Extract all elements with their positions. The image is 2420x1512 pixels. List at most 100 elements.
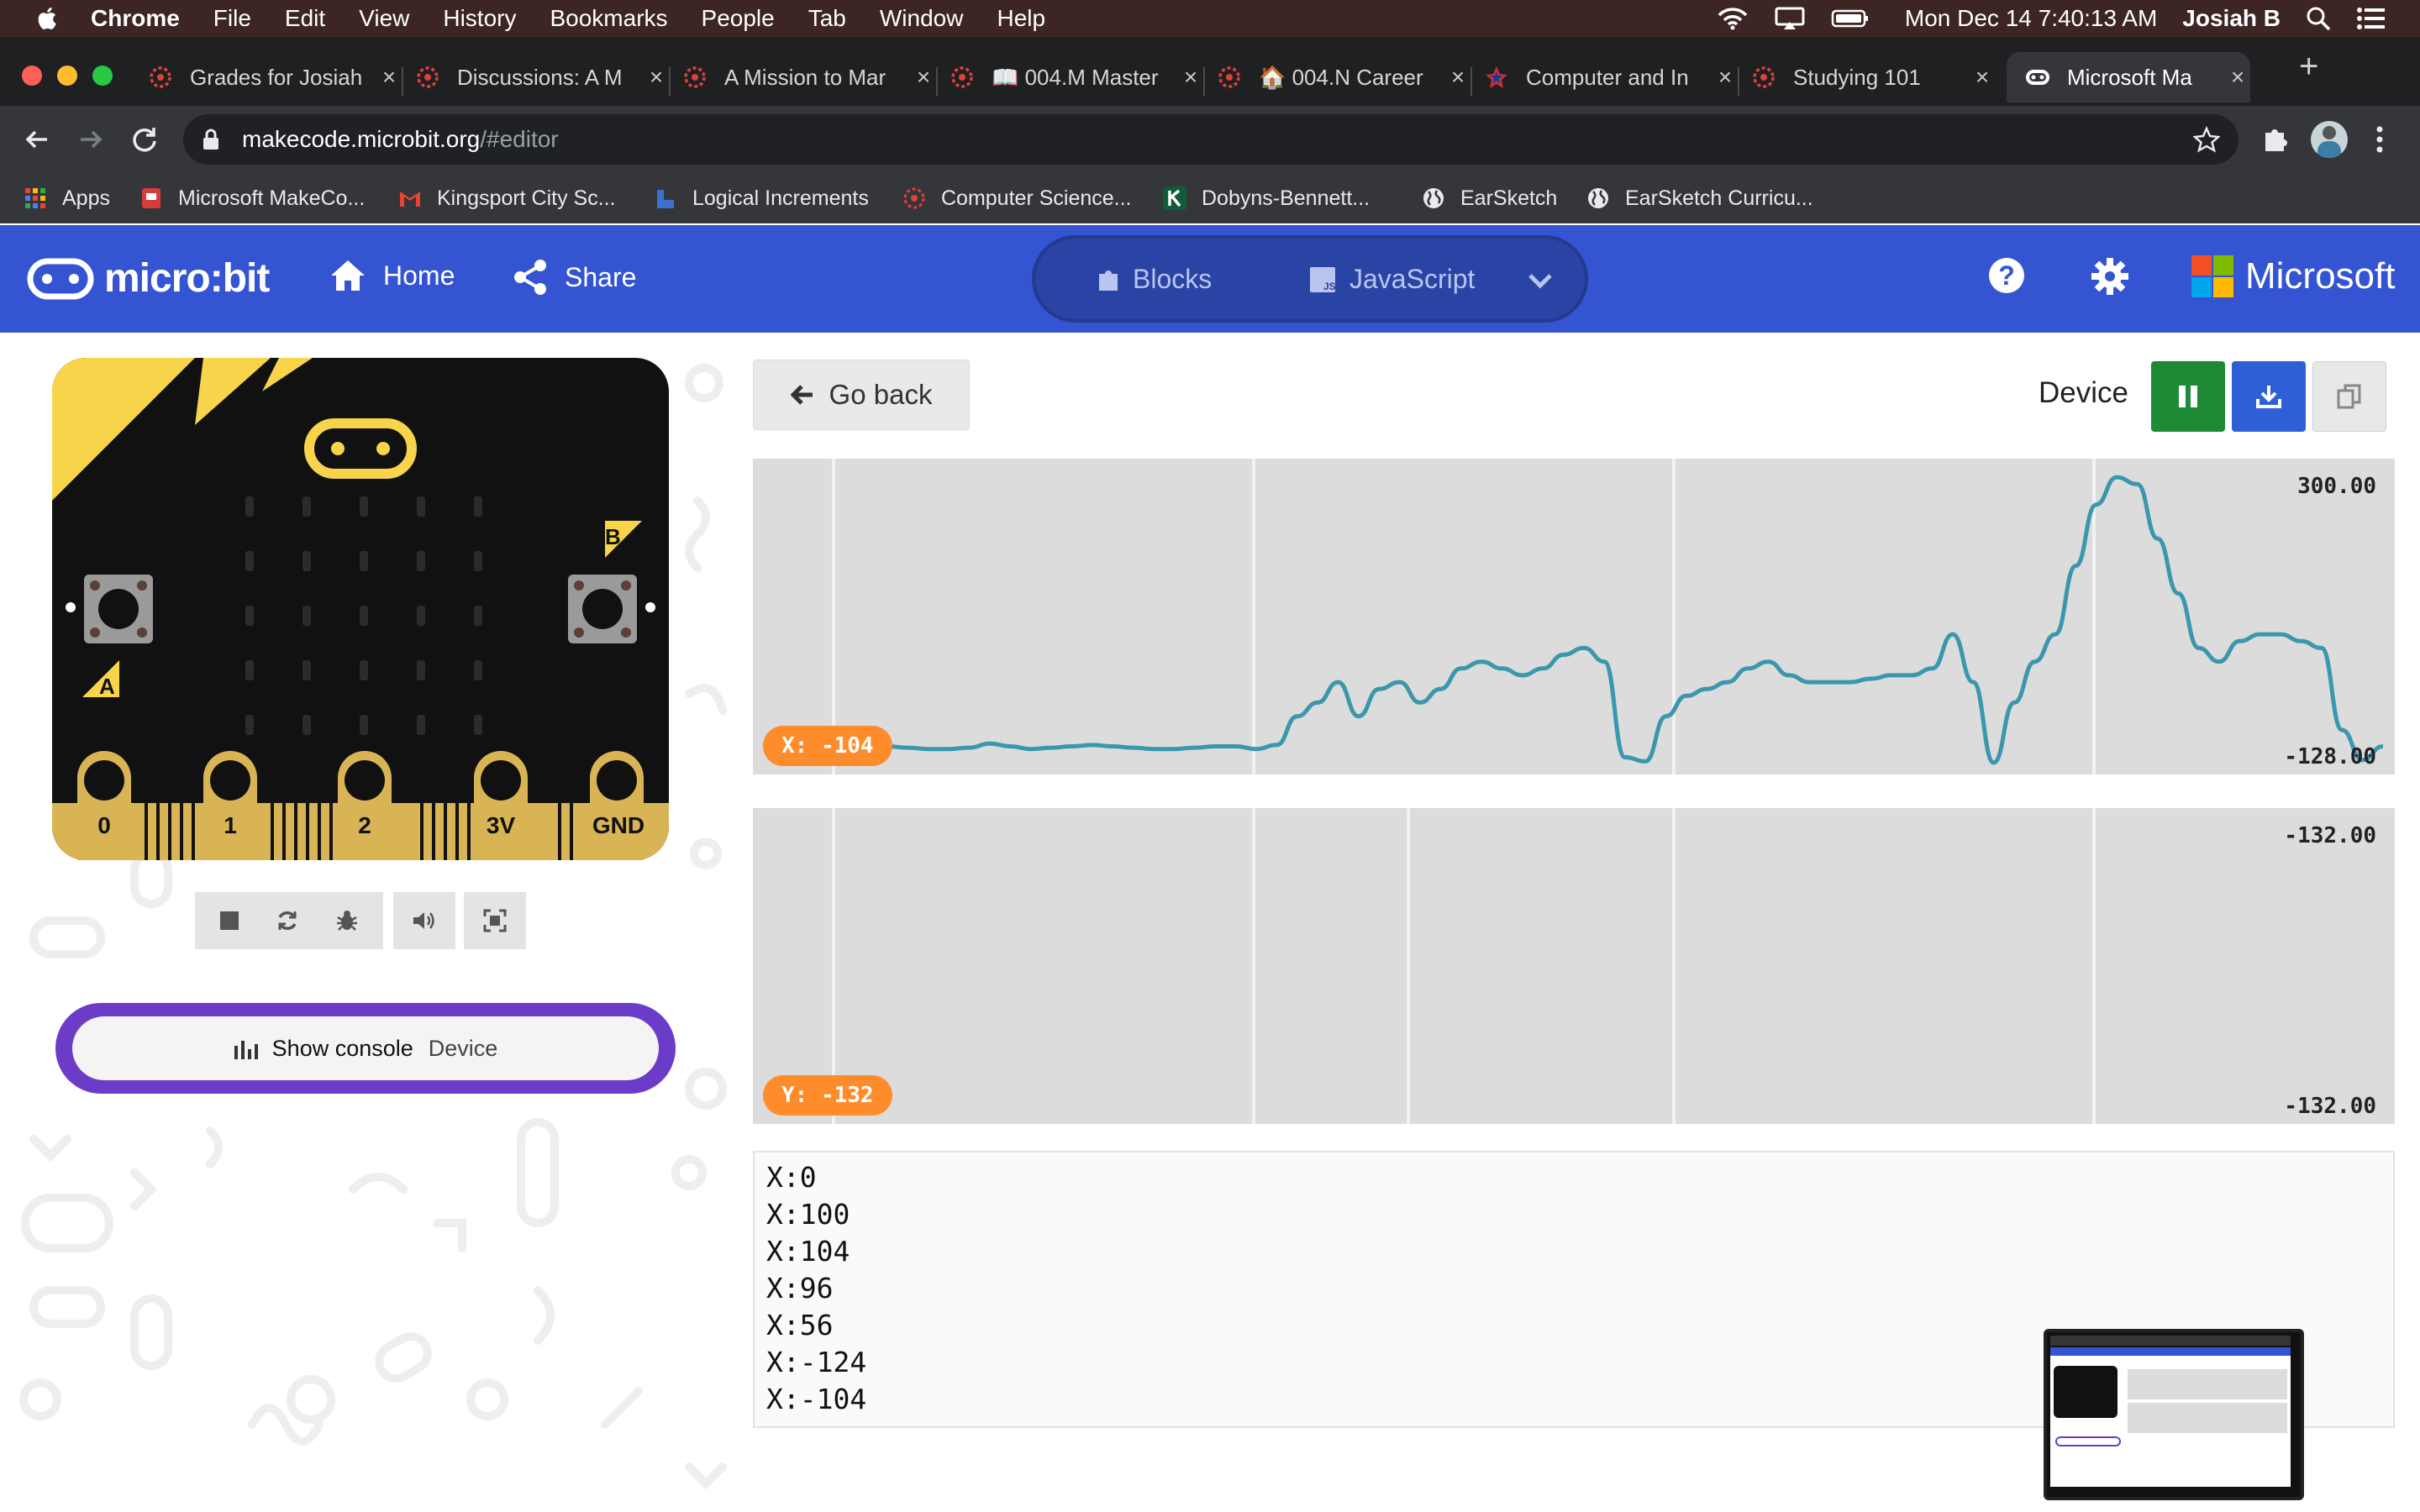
gear-icon[interactable]	[2091, 257, 2129, 296]
serial-chart-y[interactable]: -132.00 -132.00 Y: -132	[753, 808, 2395, 1124]
pin-0[interactable]	[77, 751, 131, 860]
window-minimize-button[interactable]	[57, 66, 77, 86]
go-back-button[interactable]: Go back	[753, 360, 970, 430]
brand-name: micro:bit	[104, 256, 270, 301]
profile-avatar[interactable]	[2311, 121, 2348, 158]
menubar-user[interactable]: Josiah B	[2182, 5, 2281, 32]
menu-file[interactable]: File	[213, 5, 251, 32]
pin-3v[interactable]	[474, 751, 528, 860]
control-center-icon[interactable]	[2356, 6, 2386, 31]
window-close-button[interactable]	[22, 66, 42, 86]
window-zoom-button[interactable]	[92, 66, 113, 86]
spotlight-search-icon[interactable]	[2306, 6, 2331, 31]
blocks-tab[interactable]: Blocks	[1097, 264, 1212, 295]
close-icon[interactable]: ×	[376, 64, 402, 91]
microbit-board[interactable]: A B 0 1 2 3V GND	[52, 358, 669, 860]
debug-bug-icon[interactable]	[336, 909, 358, 932]
browser-tab[interactable]: Studying 101 ×	[1751, 55, 1995, 99]
bookmark-makecode[interactable]: Microsoft MakeCo...	[139, 183, 365, 213]
fullscreen-button[interactable]	[464, 892, 526, 949]
menu-edit[interactable]: Edit	[285, 5, 325, 32]
chart-y-value-badge: Y: -132	[763, 1075, 892, 1116]
browser-tab[interactable]: Discussions: A M ×	[415, 55, 669, 99]
menu-people[interactable]: People	[702, 5, 775, 32]
reload-icon[interactable]	[128, 123, 161, 156]
bookmark-logical-increments[interactable]: Logical Increments	[654, 183, 869, 213]
menu-view[interactable]: View	[359, 5, 409, 32]
close-icon[interactable]: ×	[911, 64, 936, 91]
forward-arrow-icon[interactable]	[74, 123, 108, 156]
bookmark-earsketch-curriculum[interactable]: EarSketch Curricu...	[1586, 183, 1813, 213]
menu-tab[interactable]: Tab	[808, 5, 846, 32]
close-icon[interactable]: ×	[1178, 64, 1203, 91]
wifi-icon[interactable]	[1717, 6, 1749, 31]
back-arrow-icon[interactable]	[20, 123, 54, 156]
download-button[interactable]	[2232, 361, 2306, 432]
chevron-down-icon[interactable]	[1528, 272, 1553, 289]
browser-tab[interactable]: 📖 004.M Master ×	[950, 55, 1203, 99]
menu-bookmarks[interactable]: Bookmarks	[550, 5, 667, 32]
new-tab-button[interactable]: +	[2299, 50, 2318, 83]
browser-tab[interactable]: A Mission to Mar ×	[682, 55, 936, 99]
pin-label-gnd: GND	[592, 812, 644, 838]
close-icon[interactable]: ×	[2225, 64, 2250, 91]
menu-history[interactable]: History	[443, 5, 516, 32]
pin-label-0: 0	[97, 812, 111, 838]
logical-increments-icon	[657, 190, 674, 208]
bookmark-label: Logical Increments	[692, 186, 869, 210]
browser-tab[interactable]: 🏠 004.N Career ×	[1217, 55, 1470, 99]
canvas-icon	[150, 66, 171, 88]
close-icon[interactable]: ×	[644, 64, 669, 91]
serial-chart-x[interactable]: 300.00 -128.00 X: -104	[753, 459, 2395, 774]
close-icon[interactable]: ×	[1970, 64, 1995, 91]
pause-button[interactable]	[2151, 361, 2225, 432]
screenshot-thumbnail[interactable]	[2044, 1329, 2304, 1500]
bookmark-star-icon[interactable]	[2193, 126, 2220, 153]
bookmark-computer-science[interactable]: Computer Science...	[902, 183, 1132, 213]
chrome-menu-kebab-icon[interactable]	[2371, 124, 2388, 155]
copy-button[interactable]	[2312, 361, 2386, 432]
tab-title: Computer and In	[1526, 64, 1689, 90]
menu-app-name[interactable]: Chrome	[91, 5, 180, 32]
bookmark-dobyns-bennett[interactable]: Dobyns-Bennett...	[1163, 183, 1370, 213]
apple-icon[interactable]	[34, 4, 62, 33]
microbit-logo[interactable]: micro:bit	[27, 255, 270, 302]
bookmark-apps[interactable]: Apps	[24, 183, 110, 213]
close-icon[interactable]: ×	[1445, 64, 1470, 91]
close-icon[interactable]: ×	[1712, 64, 1738, 91]
restart-icon[interactable]	[276, 909, 299, 932]
microbit-logo-icon	[27, 258, 94, 299]
menubar-clock[interactable]: Mon Dec 14 7:40:13 AM	[1905, 5, 2157, 32]
browser-tab[interactable]: Microsoft Ma ×	[2007, 52, 2250, 102]
bookmark-kingsport[interactable]: Kingsport City Sc...	[398, 183, 616, 213]
pin-gnd[interactable]	[590, 751, 644, 860]
battery-icon[interactable]	[1831, 8, 1870, 29]
menu-window[interactable]: Window	[880, 5, 964, 32]
extensions-puzzle-icon[interactable]	[2260, 124, 2291, 155]
mute-button[interactable]	[393, 892, 455, 949]
button-b[interactable]	[568, 575, 637, 643]
pin-1[interactable]	[203, 751, 257, 860]
javascript-tab[interactable]: JS JavaScript	[1309, 264, 1475, 295]
help-icon[interactable]: ?	[1988, 257, 2025, 294]
bookmark-earsketch[interactable]: EarSketch	[1422, 183, 1557, 213]
tab-title: Grades for Josiah	[190, 64, 363, 90]
menu-help[interactable]: Help	[997, 5, 1045, 32]
button-a[interactable]	[84, 575, 153, 643]
show-console-button[interactable]: Show console Device	[72, 1016, 659, 1080]
browser-tab[interactable]: Computer and In ×	[1484, 55, 1738, 99]
bookmarks-bar: Apps Microsoft MakeCo... Kingsport City …	[0, 173, 2420, 223]
browser-tab[interactable]: Grades for Josiah ×	[148, 55, 402, 99]
chart-series-line	[886, 475, 2384, 765]
stop-icon[interactable]	[220, 911, 239, 930]
share-button[interactable]: Share	[513, 259, 636, 296]
airplay-icon[interactable]	[1774, 6, 1806, 31]
address-bar[interactable]: makecode.microbit.org/#editor	[183, 114, 2238, 165]
star-icon	[1486, 66, 1507, 88]
pin-2[interactable]	[338, 751, 392, 860]
microsoft-logo[interactable]: Microsoft	[2191, 255, 2395, 297]
tab-title: 🏠 004.N Career	[1259, 64, 1423, 90]
home-button[interactable]: Home	[329, 259, 455, 292]
javascript-label: JavaScript	[1349, 264, 1476, 294]
lock-icon[interactable]	[202, 128, 220, 151]
